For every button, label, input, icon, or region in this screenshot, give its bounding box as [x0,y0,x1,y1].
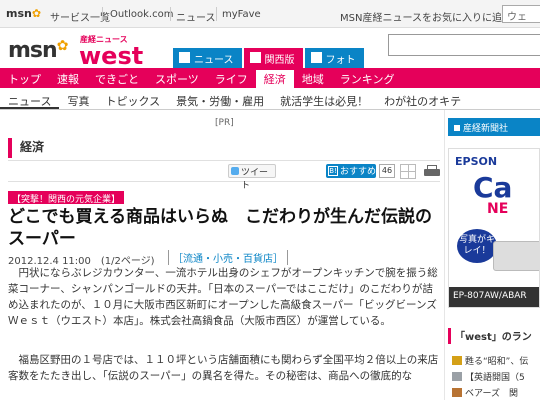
printer-image [493,241,539,271]
divider [102,7,103,21]
news-icon [179,52,190,63]
crown-silver-icon [452,372,462,381]
subnav-economy-labor[interactable]: 景気・労働・雇用 [168,88,272,109]
nav-economy[interactable]: 経済 [255,70,294,88]
msn-logo-small[interactable]: msn✿ [6,7,41,20]
layout-grid-icon[interactable] [400,164,416,179]
msn-logo[interactable]: msn✿ [8,38,69,63]
tweet-label: ツイート [241,168,269,191]
crown-gold-icon [452,356,462,365]
article-headline: どこでも買える商品はいらぬ こだわりが生んだ伝説のスーパー [8,207,432,249]
main-nav: トップ 速報 できごと スポーツ ライフ 経済 地域 ランキング [0,68,540,88]
msn-logo-text: msn [8,38,58,63]
kansai-icon [249,52,261,63]
news-link[interactable]: ニュース [176,9,216,24]
sankei-label: 産経新聞社 [463,124,509,134]
nav-events[interactable]: できごと [87,68,147,88]
service-list-link[interactable]: サービス一覧 [50,9,110,24]
ranking-item[interactable]: ベアーズ 関 [452,386,540,399]
tab-label: ニュース [194,55,234,66]
epson-ad[interactable]: EPSON Ca NE 写真がキレイ！ EP-807AW/ABAR [448,148,540,308]
nav-ranking[interactable]: ランキング [332,68,403,88]
nav-breaking[interactable]: 速報 [49,68,87,88]
hatena-icon: B! [328,166,338,176]
site-search-input[interactable] [388,34,540,56]
divider [170,7,171,21]
ad-brand: EPSON [455,155,498,168]
subnav-news[interactable]: ニュース [0,88,60,109]
social-bar: ツイート B! おすすめ 46 [8,160,440,191]
add-favorite-link[interactable]: MSN産経ニュースをお気に入りに追加 [340,9,512,24]
section-title: 経済 [8,138,440,158]
brand-header: msn✿ 産経ニュース west ニュース 関西版 フォト [0,28,540,70]
west-logo[interactable]: west [79,42,143,70]
crown-bronze-icon [452,388,462,397]
article-tag-link[interactable]: ［流通・小売・百貨店］ [168,250,288,265]
tab-news[interactable]: ニュース [173,48,242,68]
print-body [424,169,440,176]
category-badge[interactable]: 【突撃！関西の元気企業】 [8,191,125,205]
tab-photo[interactable]: フォト [304,48,364,68]
article-paragraph: 円状にならぶレジカウンター、一流ホテル出身のシェフがオープンキッチンで腕を振う総… [8,267,438,327]
tab-kansai[interactable]: 関西版 [243,48,303,68]
print-icon[interactable] [424,164,440,179]
nav-region[interactable]: 地域 [294,68,332,88]
ranking-item[interactable]: 甦る“昭和”、伝 [452,354,540,367]
column-divider [444,110,445,400]
nav-top[interactable]: トップ [0,68,49,88]
ad-bubble: 写真がキレイ！ [457,229,497,263]
ranking-item-label: 【英語開国（5 [465,373,525,383]
hatena-count: 46 [379,164,395,178]
sub-nav: ニュース 写真 トピックス 景気・労働・雇用 就活学生は必見！ わが社のオキテ [0,88,540,110]
tab-label: フォト [325,55,356,66]
pr-label: [PR] [215,118,234,128]
subnav-topics[interactable]: トピックス [97,88,168,109]
ad-new: NE [487,201,509,217]
divider [216,7,217,21]
msn-logo-text: msn [6,7,32,20]
subnav-job-hunting[interactable]: 就活学生は必見！ [272,88,376,109]
ranking-item[interactable]: 【英語開国（5 [452,370,540,383]
msn-butterfly-icon: ✿ [56,38,69,54]
web-search-input[interactable]: ウェ [502,5,540,23]
tab-label: 関西版 [264,55,295,66]
header-tabs: ニュース 関西版 フォト [173,48,366,68]
outlook-link[interactable]: Outlook.com [110,9,173,20]
myfave-link[interactable]: myFave [222,9,261,20]
subnav-company-rules[interactable]: わが社のオキテ [376,88,469,109]
camera-icon [310,52,322,63]
ranking-item-label: ベアーズ 関 [465,389,519,399]
hatena-bookmark-button[interactable]: B! おすすめ [326,164,376,178]
bullet-icon [454,125,460,131]
sankei-link[interactable]: 産経新聞社 [448,118,540,136]
twitter-icon [231,167,239,175]
article-paragraph: 福島区野田の１号店では、１１０坪という店舗面積にも関わらず全国平均２倍以上の来店… [8,354,439,382]
ranking-title: 「west」のラン [448,328,540,344]
ranking-item-label: 甦る“昭和”、伝 [465,357,529,367]
ad-headline: Ca [473,171,513,204]
nav-sports[interactable]: スポーツ [147,68,207,88]
top-utility-bar: msn✿ サービス一覧 Outlook.com ニュース myFave MSN産… [0,0,540,28]
tweet-button[interactable]: ツイート [228,164,276,191]
nav-life[interactable]: ライフ [207,68,256,88]
msn-butterfly-icon: ✿ [31,7,42,20]
subnav-photos[interactable]: 写真 [59,88,97,109]
hatena-label: おすすめ [340,167,377,177]
ad-model: EP-807AW/ABAR [449,287,539,307]
